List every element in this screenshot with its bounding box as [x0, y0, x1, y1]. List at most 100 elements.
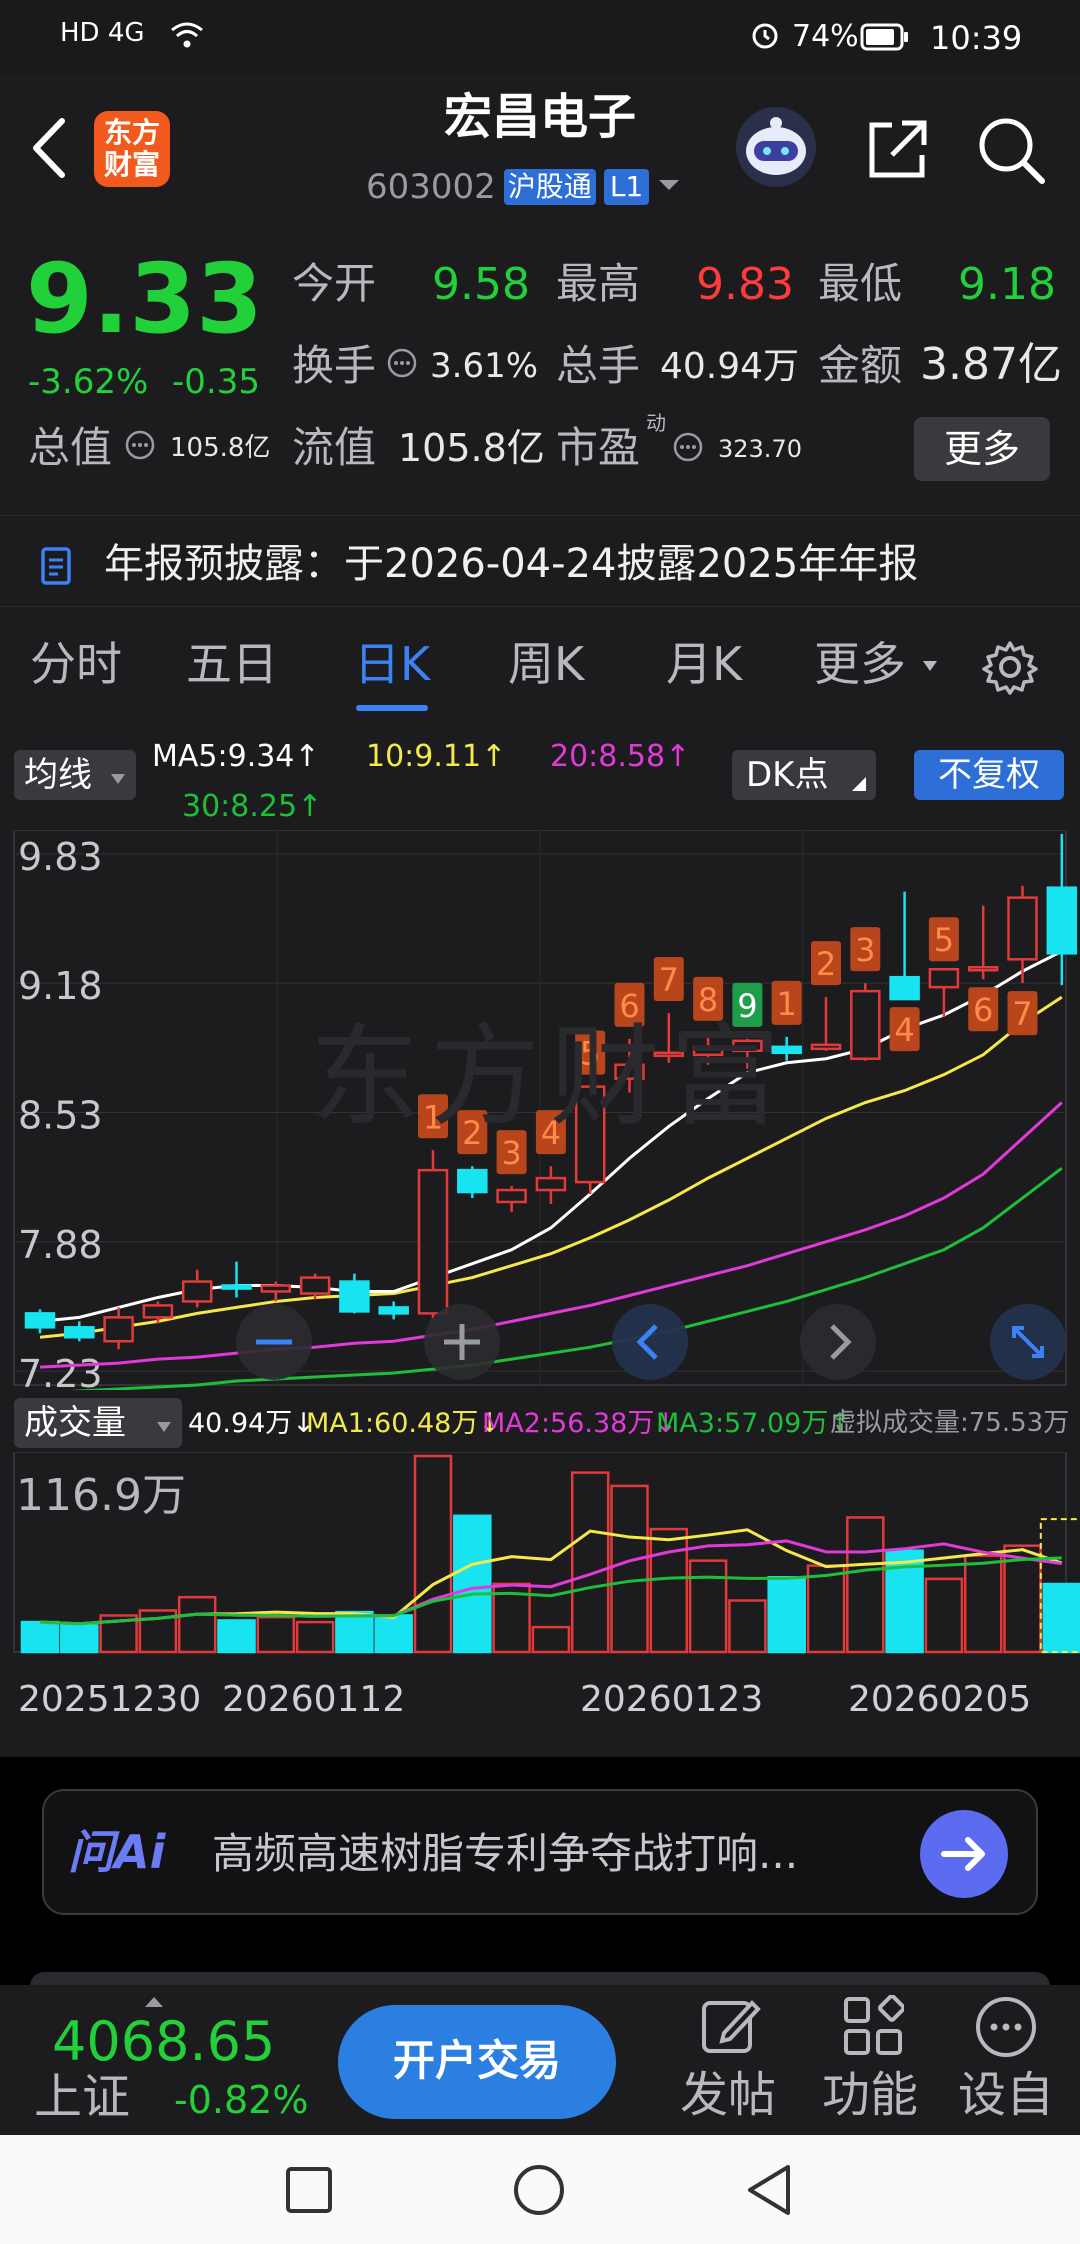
arrow-right-icon[interactable]: [916, 1809, 1012, 1903]
home-icon[interactable]: [512, 2163, 566, 2221]
total-cap-label: 总值: [28, 423, 113, 472]
volume-bar-down: [374, 1614, 413, 1654]
dk-point-button[interactable]: DK点: [732, 750, 876, 800]
tab-five-day[interactable]: 五日: [186, 641, 278, 687]
zoom-in-icon[interactable]: [422, 1302, 502, 1386]
virtual-volume-legend: 虚拟成交量:75.53万: [830, 1408, 1070, 1438]
pe-label: 市盈: [556, 423, 641, 472]
volume-bar-down: [60, 1624, 99, 1654]
volume-bar-up: [256, 1615, 296, 1654]
period-tabs: 分时 五日 日K 周K 月K 更多: [0, 607, 1080, 722]
volume-legend: 40.94万↓: [188, 1408, 315, 1439]
annual-report-notice[interactable]: 年报预披露：于2026-04-24披露2025年年报: [0, 515, 1080, 607]
post-button[interactable]: 发帖: [676, 1995, 786, 2125]
y-tick-label: 7.23: [18, 1352, 103, 1390]
tab-monthly-k[interactable]: 月K: [666, 641, 742, 687]
candle-down: [457, 1168, 488, 1194]
custom-label: 设自: [958, 2067, 1055, 2123]
candle-down: [339, 1280, 370, 1313]
search-icon[interactable]: [974, 113, 1050, 189]
zoom-out-icon[interactable]: [234, 1302, 314, 1386]
battery-icon: [860, 22, 910, 52]
volume-bar-up: [728, 1599, 767, 1654]
candle-up: [496, 1188, 527, 1204]
change-percent: -3.62%: [28, 362, 149, 402]
open-label: 今开: [292, 259, 377, 308]
tab-weekly-k[interactable]: 周K: [508, 641, 584, 687]
open-account-trade-button[interactable]: 开户交易: [338, 2005, 616, 2119]
ai-news-bar[interactable]: 问Ai 高频高速树脂专利争夺战打响...: [42, 1789, 1038, 1915]
volume-max-label: 116.9万: [16, 1470, 186, 1521]
index-value[interactable]: 4068.65: [52, 2015, 275, 2069]
settings-gear-icon[interactable]: [980, 637, 1040, 701]
network-indicator: HD 4G: [60, 18, 145, 48]
fullscreen-icon[interactable]: [988, 1302, 1068, 1386]
scroll-right-icon[interactable]: [798, 1302, 878, 1386]
corner-triangle-icon: [852, 776, 866, 795]
share-icon[interactable]: [862, 115, 932, 185]
volume-bar-up: [688, 1559, 728, 1654]
pe-value: 323.70: [718, 435, 802, 463]
more-quote-button[interactable]: 更多: [914, 417, 1050, 481]
level-tag: L1: [603, 169, 650, 205]
watermark: 东方财富: [310, 1013, 790, 1141]
td-signal-number: 5: [934, 921, 954, 959]
td-signal-number: 4: [894, 1011, 914, 1049]
adjust-mode-button[interactable]: 不复权: [914, 750, 1064, 800]
candle-up: [142, 1304, 174, 1319]
candle-up: [181, 1280, 213, 1303]
info-dots-icon[interactable]: [386, 347, 418, 383]
stock-meta[interactable]: 603002 沪股通 L1: [366, 167, 681, 207]
functions-button[interactable]: 功能: [820, 1994, 930, 2125]
low-label: 最低: [818, 259, 903, 308]
amount-label: 金额: [818, 341, 903, 390]
vol-ma1-legend: MA1:60.48万↓: [306, 1408, 501, 1439]
hgt-tag: 沪股通: [503, 169, 596, 205]
robot-assistant-icon[interactable]: [734, 105, 818, 189]
volume-bar-down: [1042, 1582, 1080, 1654]
high-label: 最高: [556, 259, 641, 308]
candle-up: [810, 1043, 842, 1051]
candle-up: [967, 966, 999, 972]
x-label-1: 20251230: [18, 1679, 202, 1720]
candle-down: [221, 1284, 252, 1290]
volume-bar-down: [20, 1620, 60, 1654]
info-dots-icon[interactable]: [124, 429, 156, 465]
volume-bar-up: [570, 1471, 610, 1654]
recent-apps-icon[interactable]: [284, 2165, 334, 2219]
ma5-legend: MA5:9.34↑: [152, 739, 320, 774]
volume-bar-up: [413, 1454, 453, 1654]
ma-selector[interactable]: 均线: [14, 750, 136, 800]
vol-ma3-legend: MA3:57.09万↑: [656, 1408, 851, 1439]
index-change: -0.82%: [174, 2078, 309, 2122]
custom-button[interactable]: 设自: [956, 1995, 1066, 2125]
info-dots-icon[interactable]: [672, 431, 704, 467]
caret-down-icon: [156, 1418, 172, 1437]
candle-up: [103, 1316, 134, 1343]
volume-bar-up: [531, 1625, 571, 1654]
turnover-label: 换手: [292, 341, 377, 390]
volume-bar-down: [217, 1619, 256, 1654]
scroll-left-icon[interactable]: [610, 1302, 690, 1386]
dk-point-label: DK点: [746, 755, 829, 795]
back-triangle-icon[interactable]: [744, 2163, 794, 2221]
td-signal-number: 7: [659, 961, 679, 999]
caret-down-icon: [110, 770, 126, 789]
tab-daily-k[interactable]: 日K: [354, 641, 430, 687]
vol-ma2-legend: MA2:56.38万↓: [482, 1408, 677, 1439]
tab-more[interactable]: 更多: [814, 641, 906, 687]
ma10-legend: 10:9.11↑: [366, 739, 507, 774]
quote-panel: 9.33 -3.62% -0.35 今开 9.58 最高 9.83 最低 9.1…: [0, 223, 1080, 515]
y-tick-label: 7.88: [18, 1223, 103, 1267]
tab-intraday[interactable]: 分时: [30, 641, 122, 687]
post-label: 发帖: [680, 2067, 777, 2123]
x-label-3: 20260123: [580, 1679, 764, 1720]
volume-bar-up: [806, 1564, 846, 1654]
td-signal-number: 7: [1012, 995, 1032, 1033]
volume-value: 40.94万: [660, 346, 800, 387]
stock-code: 603002: [366, 167, 496, 207]
volume-indicator-selector[interactable]: 成交量: [14, 1398, 182, 1448]
candle-up: [928, 967, 960, 989]
ma-selector-label: 均线: [24, 755, 92, 795]
battery-percent: 74%: [792, 19, 859, 54]
